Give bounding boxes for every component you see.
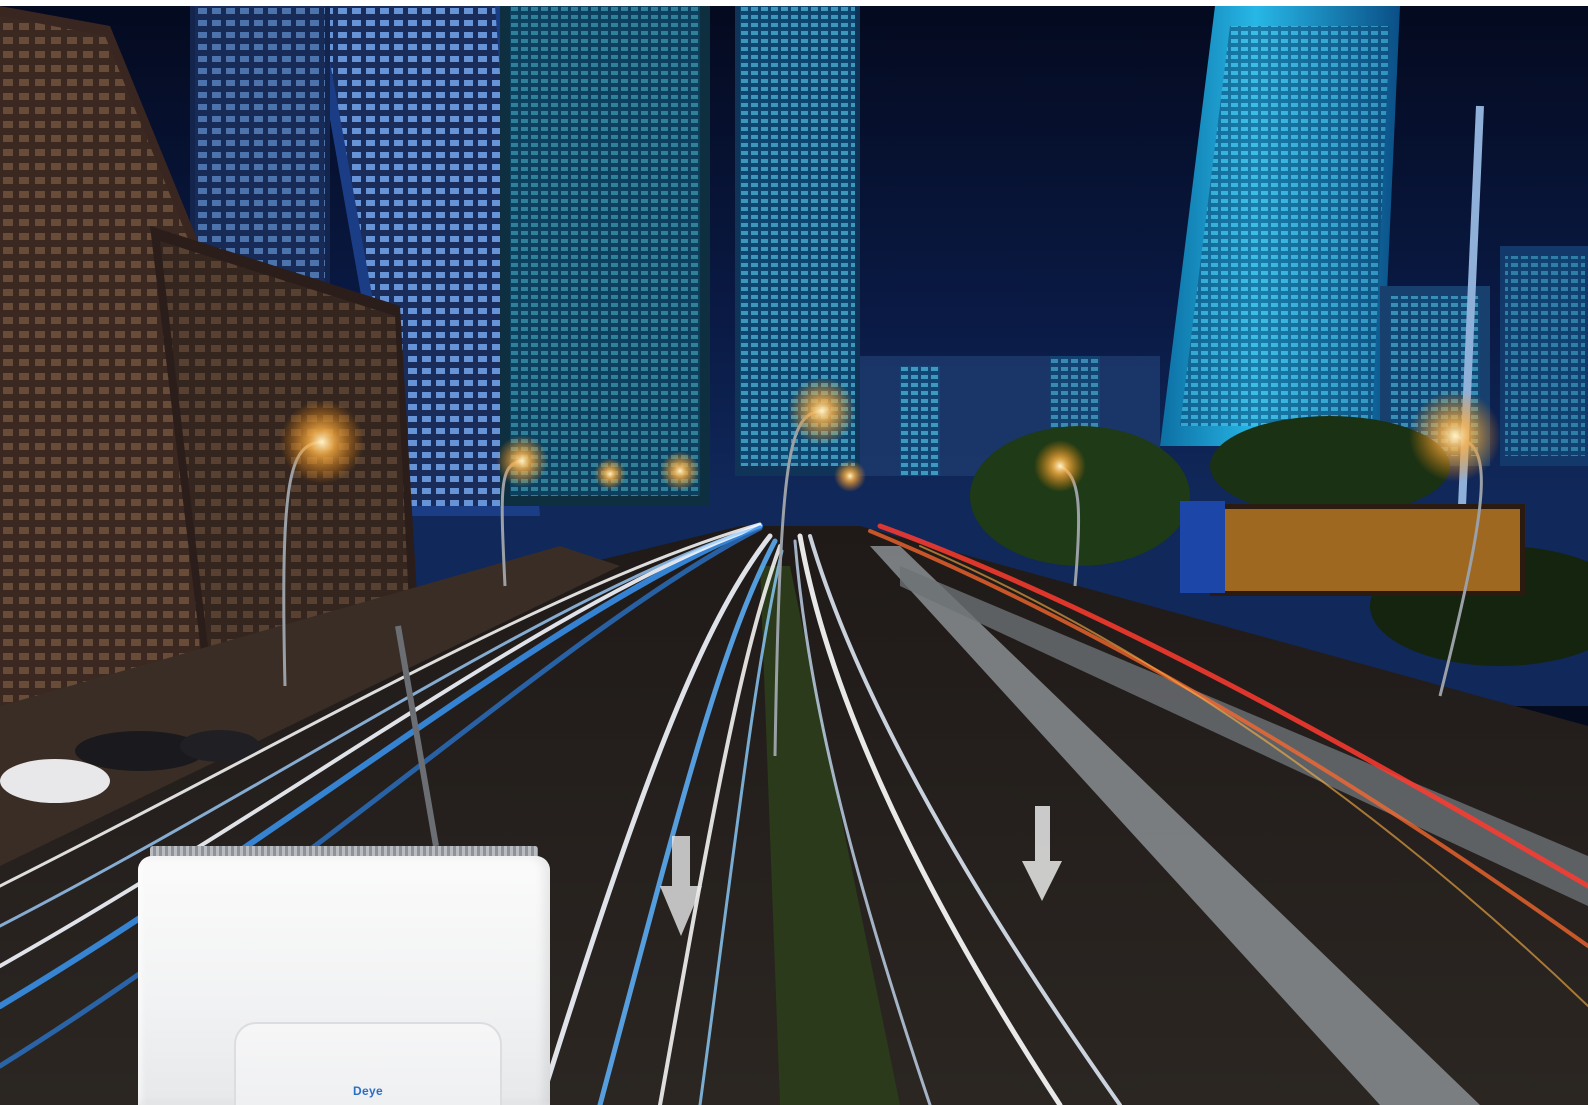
inverter-front-panel: Deye xyxy=(234,1022,502,1105)
brand-logo: Deye xyxy=(353,1084,383,1098)
inverter-body: Deye xyxy=(138,856,550,1105)
solar-inverter: Deye xyxy=(138,846,550,1105)
